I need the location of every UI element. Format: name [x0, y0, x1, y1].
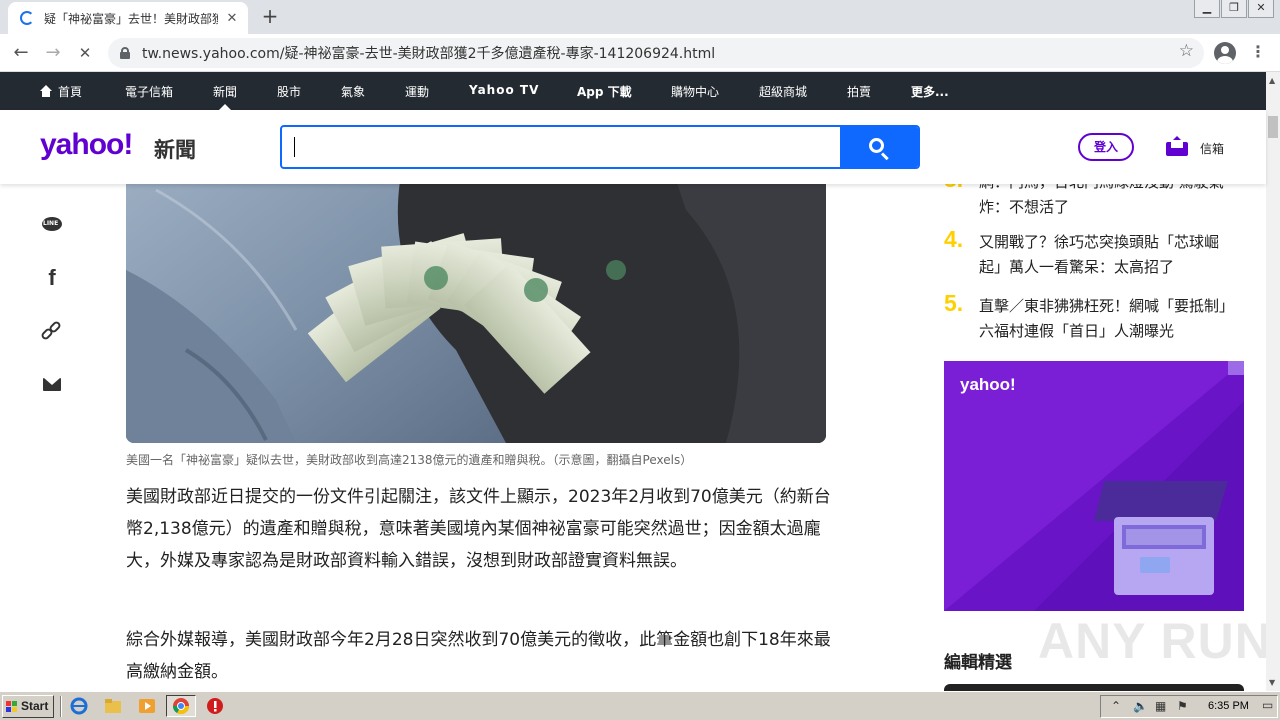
windows-logo-icon [6, 701, 18, 712]
restore-button[interactable]: ❐ [1221, 0, 1247, 18]
nav-item-mail[interactable]: 電子信箱 [125, 83, 173, 100]
line-share-icon[interactable]: LINE [38, 210, 66, 238]
scroll-down-arrow-icon[interactable]: ▼ [1269, 678, 1275, 687]
trending-rank: 4. [944, 226, 964, 252]
yahoo-header: yahoo! 新聞 登入 信箱 [0, 110, 1266, 184]
anyrun-watermark: ANY RUN [1038, 613, 1272, 669]
search-box [280, 125, 920, 169]
network-icon[interactable]: ▦ [1155, 699, 1166, 713]
chrome-taskbar-button[interactable] [166, 695, 196, 717]
nav-item-weather[interactable]: 氣象 [341, 83, 365, 100]
nav-item-auction[interactable]: 拍賣 [847, 83, 871, 100]
system-tray: ⌃ 🔈 ▦ ⚑ [1100, 695, 1278, 718]
speaker-icon[interactable]: 🔈 [1133, 699, 1148, 713]
mail-icon[interactable] [1166, 136, 1188, 156]
file-explorer-icon[interactable] [104, 697, 122, 715]
scrollbar-thumb[interactable] [1268, 116, 1278, 138]
nav-item-yahoo-tv[interactable]: Yahoo TV [469, 83, 539, 97]
media-player-icon[interactable] [138, 697, 156, 715]
facebook-share-icon[interactable]: f [38, 264, 66, 292]
email-share-icon[interactable] [38, 370, 66, 398]
nav-item-news[interactable]: 新聞 [213, 83, 237, 100]
yahoo-logo[interactable]: yahoo! [40, 128, 133, 162]
search-icon [869, 138, 884, 153]
nav-item-shopping[interactable]: 購物中心 [671, 83, 719, 100]
nav-item-mall[interactable]: 超級商城 [759, 83, 807, 100]
flag-icon[interactable]: ⚑ [1177, 699, 1188, 713]
windows-taskbar: Start ⌃ 🔈 ▦ ⚑ 6:35 PM ▭ [0, 691, 1280, 720]
ad-yahoo-logo: yahoo! [960, 375, 1016, 394]
chrome-icon [172, 698, 190, 715]
loading-spinner-icon [20, 11, 34, 25]
back-button[interactable]: ← [8, 40, 34, 66]
ad-illustration [944, 361, 1244, 611]
article-paragraph: 美國財政部近日提交的一份文件引起關注，該文件上顯示，2023年2月收到70億美元… [126, 487, 831, 571]
close-window-button[interactable]: ✕ [1248, 0, 1274, 18]
search-input[interactable] [282, 127, 842, 167]
yahoo-news-label[interactable]: 新聞 [154, 134, 196, 164]
tab-close-button[interactable]: ✕ [224, 11, 240, 26]
lock-icon[interactable] [120, 47, 130, 59]
window-controls: ▁ ❐ ✕ [1193, 0, 1274, 18]
home-icon [40, 85, 52, 97]
trending-headline[interactable]: 直擊／東非狒狒枉死！網喊「要抵制」六福村連假「首日」人潮曝光 [979, 294, 1241, 344]
article-image [126, 150, 826, 443]
nav-item-home[interactable]: 首頁 [40, 83, 82, 100]
editor-picks-title: 編輯精選 [944, 653, 1012, 673]
nav-item-sports[interactable]: 運動 [405, 83, 429, 100]
trending-headline[interactable]: 又開戰了？徐巧芯突換頭貼「芯球崛起」萬人一看驚呆：太高招了 [979, 230, 1241, 280]
text-caret [294, 137, 295, 157]
show-desktop-icon[interactable]: ▭ [1262, 698, 1273, 712]
trending-rank: 5. [944, 290, 964, 316]
browser-toolbar: ← → ✕ tw.news.yahoo.com/疑-神祕富豪-去世-美財政部獲2… [0, 34, 1280, 72]
nav-item-app-download[interactable]: App 下載 [577, 83, 632, 100]
taskbar-separator [60, 696, 62, 717]
advertisement-banner[interactable]: yahoo! [944, 361, 1244, 611]
taskbar-clock[interactable]: 6:35 PM [1208, 700, 1249, 712]
forward-button[interactable]: → [40, 40, 66, 66]
minimize-button[interactable]: ▁ [1194, 0, 1220, 18]
bookmark-star-icon[interactable]: ☆ [1179, 41, 1194, 61]
nav-item-more[interactable]: 更多... [911, 83, 949, 100]
start-button[interactable]: Start [2, 695, 54, 718]
profile-avatar-icon[interactable] [1214, 42, 1236, 64]
money-photo-illustration [126, 150, 826, 443]
tray-expand-icon[interactable]: ⌃ [1111, 699, 1121, 713]
ad-choices-icon[interactable] [1228, 361, 1244, 375]
search-button[interactable] [840, 127, 918, 167]
yahoo-top-nav: 首頁 電子信箱 新聞 股市 氣象 運動 Yahoo TV App 下載 購物中心… [0, 72, 1266, 110]
browser-tab-active[interactable]: 疑「神祕富豪」去世！美財政部獲2千 ✕ [8, 2, 248, 34]
article-paragraph: 綜合外媒報導，美國財政部今年2月28日突然收到70億美元的徵收，此筆金額也創下1… [126, 630, 831, 682]
mail-label[interactable]: 信箱 [1200, 140, 1224, 157]
tab-title: 疑「神祕富豪」去世！美財政部獲2千 [44, 11, 218, 26]
internet-explorer-icon[interactable] [70, 697, 88, 715]
browser-menu-icon[interactable]: ⋮ [1250, 42, 1266, 61]
stop-loading-button[interactable]: ✕ [72, 40, 98, 66]
browser-tab-strip: 疑「神祕富豪」去世！美財政部獲2千 ✕ + ▁ ❐ ✕ [0, 0, 1280, 34]
new-tab-button[interactable]: + [258, 5, 282, 29]
nav-item-stocks[interactable]: 股市 [277, 83, 301, 100]
page-scrollbar[interactable]: ▲ ▼ [1266, 72, 1280, 691]
url-text: tw.news.yahoo.com/疑-神祕富豪-去世-美財政部獲2千多億遺產稅… [142, 46, 716, 62]
stop-alert-icon[interactable] [206, 697, 224, 715]
copy-link-icon[interactable] [38, 317, 66, 345]
address-bar[interactable]: tw.news.yahoo.com/疑-神祕富豪-去世-美財政部獲2千多億遺產稅… [108, 38, 1204, 68]
image-caption: 美國一名「神祕富豪」疑似去世，美財政部收到高達2138億元的遺產和贈與稅。（示意… [126, 453, 693, 467]
scroll-up-arrow-icon[interactable]: ▲ [1269, 76, 1275, 85]
login-button[interactable]: 登入 [1078, 133, 1134, 161]
